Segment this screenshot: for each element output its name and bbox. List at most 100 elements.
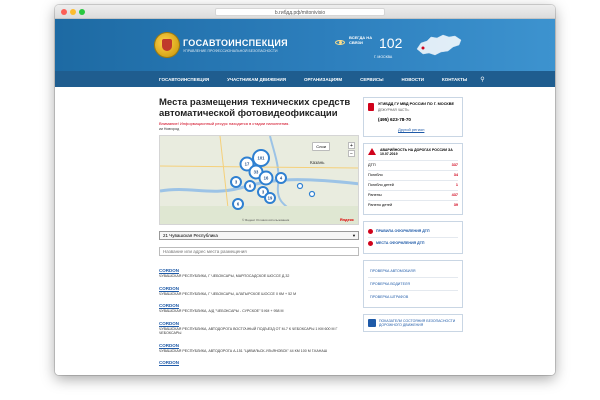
indicators-box[interactable]: ПОКАЗАТЕЛИ СОСТОЯНИЯ БЕЗОПАСНОСТИ ДОРОЖН… (363, 313, 463, 333)
yandex-logo[interactable]: Яндекс (340, 217, 354, 222)
stats-header: АВАРИЙНОСТЬ НА ДОРОГАХ РОССИИ ЗА 10.07.2… (368, 147, 458, 156)
indicators-label: ПОКАЗАТЕЛИ СОСТОЯНИЯ БЕЗОПАСНОСТИ ДОРОЖН… (379, 318, 456, 328)
zoom-in-button[interactable]: + (348, 142, 355, 149)
stat-label: Ранено детей (368, 203, 393, 208)
result-link[interactable]: CORDON (159, 360, 359, 365)
window-controls (61, 9, 85, 15)
duty-phone[interactable]: (495) 623-78-70 (368, 117, 458, 122)
result-link[interactable]: CORDON (159, 343, 359, 348)
map-cluster-count: 19 (268, 196, 273, 201)
list-item: CORDON (159, 360, 359, 365)
department-name: УГИБДД ГУ МВД РОССИИ ПО Г. МОСКВЕ (378, 102, 455, 106)
stats-title: АВАРИЙНОСТЬ НА ДОРОГАХ РОССИИ ЗА 10.07.2… (380, 147, 453, 156)
chart-icon (368, 318, 376, 327)
region-note: ии Новгород (159, 127, 180, 131)
map-cluster-count: 16 (264, 176, 269, 181)
region-select-value: 21 Чувашская Республика (163, 233, 218, 238)
brand-title: ГОСАВТОИНСПЕКЦИЯ (183, 38, 288, 48)
stat-value: 34 (453, 173, 458, 178)
nav-item-services[interactable]: СЕРВИСЫ (351, 77, 392, 82)
duty-phone-box: УГИБДД ГУ МВД РОССИИ ПО Г. МОСКВЕ ДЕЖУРН… (363, 97, 463, 137)
close-window-button[interactable] (61, 9, 67, 15)
result-address: ЧУВАШСКАЯ РЕСПУБЛИКА, АВТОДОРОГА ВОСТОЧН… (159, 326, 338, 336)
camera-map[interactable]: 101 17 33 16 4 3 6 3 19 6 Слои + − Казань © Яндек… (159, 135, 359, 225)
browser-titlebar: b.гибдд.рф/mitonivisio (55, 5, 555, 19)
result-address: ЧУВАШСКАЯ РЕСПУБЛИКА, А/Д "ЧЕБОКСАРЫ - С… (159, 309, 284, 313)
warning-icon (368, 147, 376, 155)
map-cluster-count: 17 (245, 162, 250, 167)
brand[interactable]: ГОСАВТОИНСПЕКЦИЯ УПРАВЛЕНИЕ ПРОФЕССИОНАЛ… (183, 38, 288, 53)
chevron-down-icon: ▼ (352, 233, 356, 238)
sidebar: УГИБДД ГУ МВД РОССИИ ПО Г. МОСКВЕ ДЕЖУРН… (363, 97, 463, 338)
info-dot-icon (368, 228, 373, 234)
stat-row: Ранено детей 39 (368, 199, 458, 210)
stat-value: 39 (453, 203, 458, 208)
stat-value: 437 (451, 193, 458, 198)
stat-value: 1 (455, 183, 458, 188)
minimize-window-button[interactable] (70, 9, 76, 15)
search-icon[interactable]: ⚲ (476, 76, 484, 83)
duty-label: ДЕЖУРНАЯ ЧАСТЬ: (378, 107, 410, 112)
map-zoom-controls: + − (348, 142, 355, 157)
maximize-window-button[interactable] (79, 9, 85, 15)
dtp-rules-link[interactable]: ПРАВИЛА ОФОРМЛЕНИЯ ДТП (368, 226, 458, 238)
stat-row: Погибло 34 (368, 169, 458, 180)
zoom-out-button[interactable]: − (348, 150, 355, 157)
list-item: CORDON ЧУВАШСКАЯ РЕСПУБЛИКА, АВТОДОРОГА … (159, 321, 359, 336)
nav-item-contacts[interactable]: КОНТАКТЫ (433, 77, 476, 82)
map-cluster-count: 33 (254, 170, 259, 175)
duty-header: УГИБДД ГУ МВД РОССИИ ПО Г. МОСКВЕ ДЕЖУРН… (368, 102, 458, 112)
hotline-number: 102 (379, 35, 403, 51)
brand-subtitle: УПРАВЛЕНИЕ ПРОФЕССИОНАЛЬНОЙ БЕЗОПАСНОСТИ (183, 49, 278, 53)
stat-value: 337 (451, 163, 458, 168)
indicators-link[interactable]: ПОКАЗАТЕЛИ СОСТОЯНИЯ БЕЗОПАСНОСТИ ДОРОЖН… (368, 318, 458, 328)
accident-stats-box: АВАРИЙНОСТЬ НА ДОРОГАХ РОССИИ ЗА 10.07.2… (363, 142, 463, 215)
result-address: ЧУВАШСКАЯ РЕСПУБЛИКА, АВТОДОРОГА А-151 "… (159, 348, 328, 353)
browser-window: b.гибдд.рф/mitonivisio ГОСАВТОИНСПЕКЦИЯ … (55, 5, 555, 375)
result-link[interactable]: CORDON (159, 321, 359, 326)
map-pin-marker[interactable] (308, 190, 316, 198)
list-item: CORDON ЧУВАШСКАЯ РЕСПУБЛИКА, А/Д "ЧЕБОКС… (159, 303, 359, 314)
map-cluster-count: 101 (258, 156, 266, 161)
check-fines-link[interactable]: ПРОВЕРКА ШТРАФОВ (368, 291, 458, 303)
page-content: Места размещения технических средств авт… (55, 87, 555, 375)
stat-row: Ранены 437 (368, 189, 458, 200)
result-address: ЧУВАШСКАЯ РЕСПУБЛИКА, Г ЧЕБОКСАРЫ, МАРПО… (159, 274, 290, 278)
dtp-places-link[interactable]: МЕСТА ОФОРМЛЕНИЯ ДТП (368, 238, 458, 249)
hotline-label: ВСЕГДА НА СВЯЗИ (349, 35, 373, 45)
other-region-link[interactable]: Другой регион (368, 127, 458, 132)
address-bar[interactable]: b.гибдд.рф/mitonivisio (215, 8, 385, 16)
stat-row: Погибло детей 1 (368, 179, 458, 190)
site-header: ГОСАВТОИНСПЕКЦИЯ УПРАВЛЕНИЕ ПРОФЕССИОНАЛ… (55, 19, 555, 71)
nav-item-news[interactable]: НОВОСТИ (393, 77, 434, 82)
list-item: CORDON ЧУВАШСКАЯ РЕСПУБЛИКА, АВТОДОРОГА … (159, 343, 359, 354)
nav-item-gosavtoinspekciya[interactable]: ГОСАВТОИНСПЕКЦИЯ (150, 77, 218, 82)
list-item: CORDON ЧУВАШСКАЯ РЕСПУБЛИКА, Г ЧЕБОКСАРЫ… (159, 286, 359, 297)
result-link[interactable]: CORDON (159, 286, 359, 291)
nav-item-participants[interactable]: УЧАСТНИКАМ ДВИЖЕНИЯ (218, 77, 295, 82)
russia-map-icon[interactable] (415, 31, 463, 59)
dtp-places-label: МЕСТА ОФОРМЛЕНИЯ ДТП (376, 241, 425, 246)
region-select[interactable]: 21 Чувашская Республика ▼ (159, 231, 359, 240)
phone-icon (368, 103, 374, 111)
gibdd-emblem-icon[interactable] (155, 33, 179, 57)
map-city-label: Казань (310, 160, 325, 165)
map-layers-button[interactable]: Слои (312, 142, 330, 151)
stat-row: ДТП 337 (368, 159, 458, 170)
location-dot-icon (368, 240, 373, 246)
check-vehicle-link[interactable]: ПРОВЕРКА АВТОМОБИЛЯ (368, 265, 458, 278)
check-driver-link[interactable]: ПРОВЕРКА ВОДИТЕЛЯ (368, 278, 458, 291)
main-nav: ГОСАВТОИНСПЕКЦИЯ УЧАСТНИКАМ ДВИЖЕНИЯ ОРГ… (55, 71, 555, 87)
warning-text: Внимание! Информационный ресурс находитс… (159, 121, 290, 126)
list-item: CORDON ЧУВАШСКАЯ РЕСПУБЛИКА, Г ЧЕБОКСАРЫ… (159, 268, 359, 279)
result-link[interactable]: CORDON (159, 268, 359, 273)
hotline: ВСЕГДА НА СВЯЗИ 102 (335, 35, 402, 51)
nav-item-organizations[interactable]: ОРГАНИЗАЦИЯМ (295, 77, 351, 82)
map-pin-marker[interactable] (296, 182, 304, 190)
page-title: Места размещения технических средств авт… (159, 97, 351, 119)
results-list: CORDON ЧУВАШСКАЯ РЕСПУБЛИКА, Г ЧЕБОКСАРЫ… (159, 268, 359, 365)
place-search-input[interactable] (159, 247, 359, 256)
result-link[interactable]: CORDON (159, 303, 359, 308)
map-copyright[interactable]: © Яндекс Условия использования (242, 218, 289, 222)
result-address: ЧУВАШСКАЯ РЕСПУБЛИКА, Г ЧЕБОКСАРЫ, АЛАТЫ… (159, 291, 297, 296)
